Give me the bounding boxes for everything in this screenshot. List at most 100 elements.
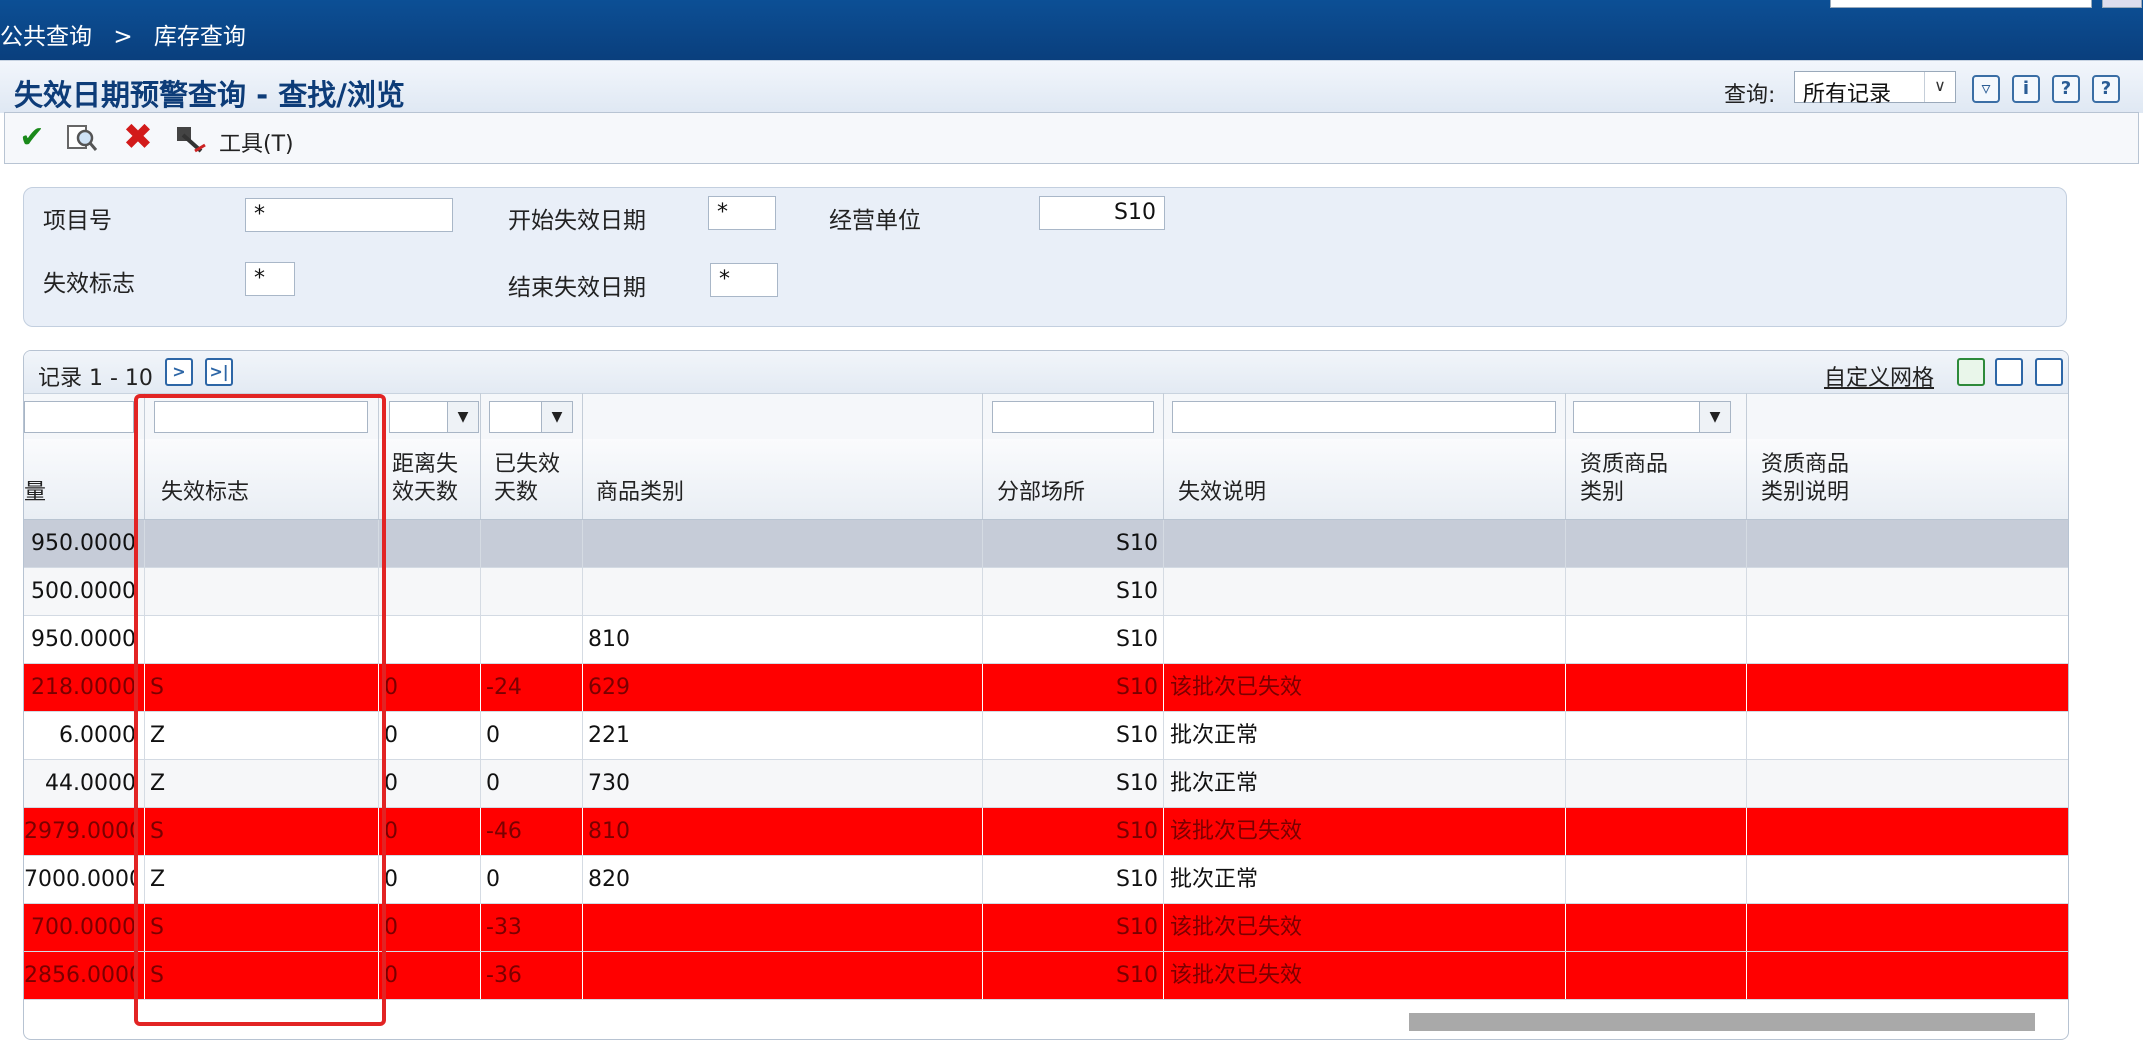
delete-icon[interactable]: ✖ [121,120,155,156]
top-search-input[interactable] [1830,0,2092,8]
qbe-qual-category-select[interactable]: ▼ [1573,401,1731,433]
cell-category[interactable]: 730 [588,760,978,807]
cell-qty[interactable]: 950.0000 [24,616,136,663]
cell-description[interactable]: 批次正常 [1170,856,1560,903]
cell-days-to-expiry[interactable]: 0 [384,760,474,807]
cell-qual-category[interactable] [1572,664,1742,711]
cell-description[interactable] [1170,568,1560,615]
tools-icon[interactable] [173,121,207,155]
cell-qual-category-desc[interactable] [1753,568,2063,615]
top-search-button[interactable] [2102,0,2142,8]
cell-description[interactable]: 批次正常 [1170,760,1560,807]
cell-branch[interactable]: S10 [984,808,1158,855]
cell-description[interactable]: 该批次已失效 [1170,808,1560,855]
cell-days-expired[interactable] [486,616,576,663]
cell-qual-category[interactable] [1572,952,1742,999]
business-unit-input[interactable]: S10 [1039,196,1165,230]
cell-branch[interactable]: S10 [984,760,1158,807]
cell-category[interactable]: 810 [588,616,978,663]
cell-qual-category-desc[interactable] [1753,952,2063,999]
cell-days-expired[interactable]: 0 [486,856,576,903]
cell-days-to-expiry[interactable]: 0 [384,952,474,999]
cell-days-to-expiry[interactable] [384,616,474,663]
cell-days-to-expiry[interactable]: 0 [384,808,474,855]
cell-category[interactable]: 221 [588,712,978,759]
cell-qual-category-desc[interactable] [1753,856,2063,903]
cell-branch[interactable]: S10 [984,904,1158,951]
cell-branch[interactable]: S10 [984,616,1158,663]
cell-qty[interactable]: 2856.0000 [24,952,136,999]
col-header-category[interactable]: 商品类别 [596,479,684,507]
cell-days-expired[interactable]: -46 [486,808,576,855]
cell-days-expired[interactable]: -24 [486,664,576,711]
cell-qual-category-desc[interactable] [1753,520,2063,567]
cell-branch[interactable]: S10 [984,568,1158,615]
cell-branch[interactable]: S10 [984,856,1158,903]
cell-days-to-expiry[interactable]: 0 [384,856,474,903]
cell-days-to-expiry[interactable]: 0 [384,712,474,759]
cell-branch[interactable]: S10 [984,664,1158,711]
qbe-branch-input[interactable] [992,401,1154,433]
col-header-branch[interactable]: 分部场所 [997,479,1085,507]
find-icon[interactable] [65,121,99,155]
context-help-icon[interactable]: ? [2092,75,2120,103]
cell-qual-category-desc[interactable] [1753,808,2063,855]
cell-qty[interactable]: 44.0000 [24,760,136,807]
cell-qual-category-desc[interactable] [1753,664,2063,711]
cell-days-to-expiry[interactable]: 0 [384,904,474,951]
last-page-icon[interactable]: >| [205,358,233,386]
cell-qual-category-desc[interactable] [1753,712,2063,759]
cell-category[interactable] [588,520,978,567]
cell-qty[interactable]: 2979.0000 [24,808,136,855]
expiry-flag-input[interactable]: * [245,262,295,296]
cell-qual-category[interactable] [1572,712,1742,759]
cell-qual-category[interactable] [1572,904,1742,951]
cell-qty[interactable]: 700.0000 [24,904,136,951]
tools-menu[interactable]: 工具(T) [219,126,294,158]
cell-days-expired[interactable]: -33 [486,904,576,951]
col-header-qual-category[interactable]: 资质商品 类别 [1580,451,1668,507]
chevron-down-icon[interactable]: ▼ [1699,402,1730,432]
customize-grid-link[interactable]: 自定义网格 [1824,360,1934,392]
col-header-qual-category-desc[interactable]: 资质商品 类别说明 [1761,451,1849,507]
breadcrumb-parent[interactable]: 公共查询 [0,24,92,50]
cell-category[interactable] [588,952,978,999]
qbe-desc-input[interactable] [1172,401,1556,433]
cell-description[interactable]: 该批次已失效 [1170,904,1560,951]
cell-qual-category-desc[interactable] [1753,616,2063,663]
help-icon[interactable]: ? [2052,75,2080,103]
chevron-down-icon[interactable]: ▼ [541,402,572,432]
cell-category[interactable] [588,568,978,615]
start-date-input[interactable]: * [708,196,776,230]
cell-days-to-expiry[interactable] [384,520,474,567]
cell-days-to-expiry[interactable] [384,568,474,615]
cell-description[interactable]: 该批次已失效 [1170,664,1560,711]
cell-qty[interactable]: 500.0000 [24,568,136,615]
cell-qty[interactable]: 950.0000 [24,520,136,567]
col-header-description[interactable]: 失效说明 [1178,479,1266,507]
cell-days-to-expiry[interactable]: 0 [384,664,474,711]
maximize-icon[interactable] [2035,358,2063,386]
cell-qual-category-desc[interactable] [1753,760,2063,807]
cell-category[interactable]: 810 [588,808,978,855]
cell-qual-category[interactable] [1572,808,1742,855]
cell-branch[interactable]: S10 [984,712,1158,759]
qbe-days-to-select[interactable]: ▼ [389,401,479,433]
cell-category[interactable] [588,904,978,951]
col-header-days-to-expiry[interactable]: 距离失 效天数 [392,451,458,507]
cell-days-expired[interactable]: 0 [486,712,576,759]
chevron-down-icon[interactable]: ▼ [447,402,478,432]
cell-category[interactable]: 820 [588,856,978,903]
cell-description[interactable] [1170,520,1560,567]
cell-qual-category[interactable] [1572,616,1742,663]
cell-qual-category-desc[interactable] [1753,904,2063,951]
cell-branch[interactable]: S10 [984,520,1158,567]
cell-qty[interactable]: 218.0000 [24,664,136,711]
end-date-input[interactable]: * [710,263,778,297]
horizontal-scrollbar[interactable] [1409,1013,2035,1031]
query-select[interactable]: 所有记录 ∨ [1794,71,1956,107]
cell-days-expired[interactable]: -36 [486,952,576,999]
info-icon[interactable]: i [2012,75,2040,103]
cell-days-expired[interactable]: 0 [486,760,576,807]
item-no-input[interactable]: * [245,198,453,232]
